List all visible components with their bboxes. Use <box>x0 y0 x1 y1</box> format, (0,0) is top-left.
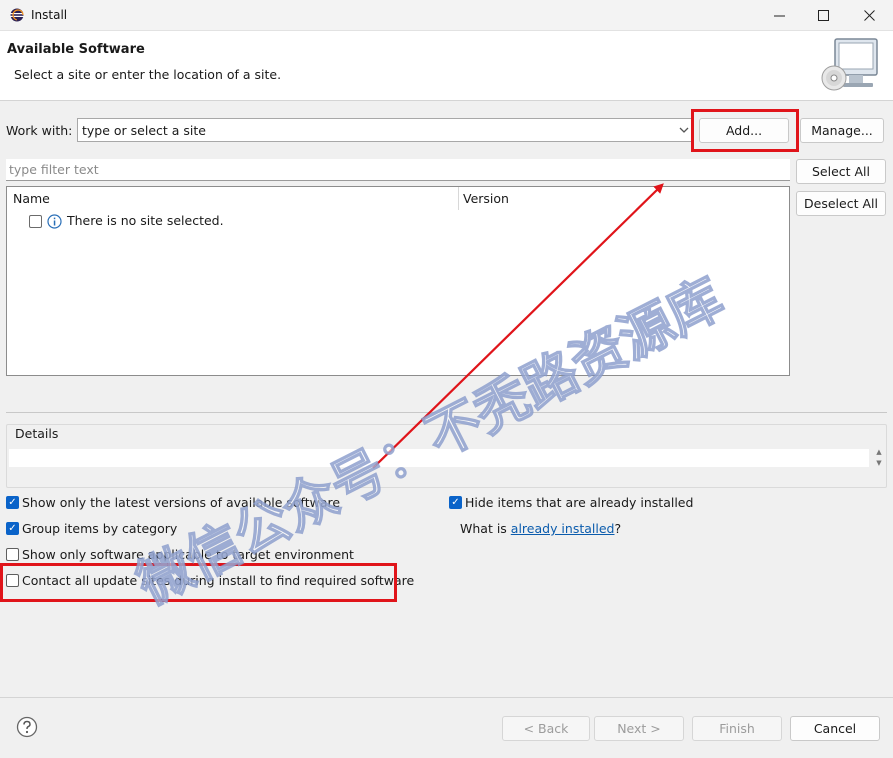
manage-sites-button[interactable]: Manage... <box>800 118 884 143</box>
hide-installed-checkbox[interactable]: ✓ Hide items that are already installed <box>449 495 693 510</box>
what-is-prefix: What is <box>460 521 511 536</box>
show-latest-label: Show only the latest versions of availab… <box>22 495 341 510</box>
what-is-installed-text: What is already installed? <box>460 521 621 536</box>
add-site-button[interactable]: Add... <box>699 118 789 143</box>
cancel-button[interactable]: Cancel <box>790 716 880 741</box>
row-checkbox[interactable] <box>29 215 42 228</box>
table-row-name: There is no site selected. <box>67 213 224 228</box>
details-text-area[interactable] <box>9 449 869 467</box>
select-all-button[interactable]: Select All <box>796 159 886 184</box>
show-applicable-checkbox[interactable]: Show only software applicable to target … <box>6 547 354 562</box>
close-button[interactable] <box>846 0 892 31</box>
checkbox-box <box>6 548 19 561</box>
checkbox-box <box>6 574 19 587</box>
what-is-suffix: ? <box>614 521 622 536</box>
work-with-label: Work with: <box>6 123 73 138</box>
minimize-button[interactable] <box>756 0 802 31</box>
info-icon <box>47 214 62 229</box>
install-monitor-icon <box>821 38 878 91</box>
hide-installed-label: Hide items that are already installed <box>465 495 694 510</box>
page-title: Available Software <box>7 42 145 57</box>
eclipse-icon <box>10 8 24 22</box>
site-combo[interactable]: type or select a site <box>77 118 694 142</box>
filter-input[interactable] <box>6 159 790 181</box>
checkmark-icon: ✓ <box>6 496 19 509</box>
column-header-version[interactable]: Version <box>463 191 509 206</box>
column-separator[interactable] <box>458 187 459 210</box>
site-combo-value: type or select a site <box>82 123 206 138</box>
window-title: Install <box>31 8 68 22</box>
page-subtitle: Select a site or enter the location of a… <box>14 67 282 82</box>
maximize-icon <box>817 10 829 21</box>
close-icon <box>863 10 875 21</box>
checkmark-icon: ✓ <box>449 496 462 509</box>
group-by-category-checkbox[interactable]: ✓ Group items by category <box>6 521 177 536</box>
details-scrollbar[interactable]: ▲ ▼ <box>874 447 884 469</box>
show-latest-checkbox[interactable]: ✓ Show only the latest versions of avail… <box>6 495 340 510</box>
back-button[interactable]: < Back <box>502 716 590 741</box>
footer-divider <box>0 697 893 698</box>
help-icon[interactable] <box>16 716 38 738</box>
wizard-header: Available Software Select a site or ente… <box>0 31 893 101</box>
finish-button[interactable]: Finish <box>692 716 782 741</box>
group-by-category-label: Group items by category <box>22 521 178 536</box>
details-label: Details <box>15 426 59 441</box>
title-bar: Install <box>0 0 893 31</box>
contact-all-sites-checkbox[interactable]: Contact all update sites during install … <box>6 573 414 588</box>
annotation-overlay: 微信公众号：不秃路资源库 <box>126 183 734 618</box>
divider <box>6 412 887 413</box>
column-header-name[interactable]: Name <box>13 191 50 206</box>
maximize-button[interactable] <box>800 0 846 31</box>
software-table: Name Version There is no site selected. <box>6 186 790 376</box>
chevron-down-icon[interactable] <box>678 123 690 137</box>
deselect-all-button[interactable]: Deselect All <box>796 191 886 216</box>
checkmark-icon: ✓ <box>6 522 19 535</box>
minimize-icon <box>773 15 785 17</box>
contact-all-sites-label: Contact all update sites during install … <box>22 573 415 588</box>
already-installed-link[interactable]: already installed <box>511 521 615 536</box>
show-applicable-label: Show only software applicable to target … <box>22 547 354 562</box>
next-button[interactable]: Next > <box>594 716 684 741</box>
details-group: Details ▲ ▼ <box>6 424 887 488</box>
